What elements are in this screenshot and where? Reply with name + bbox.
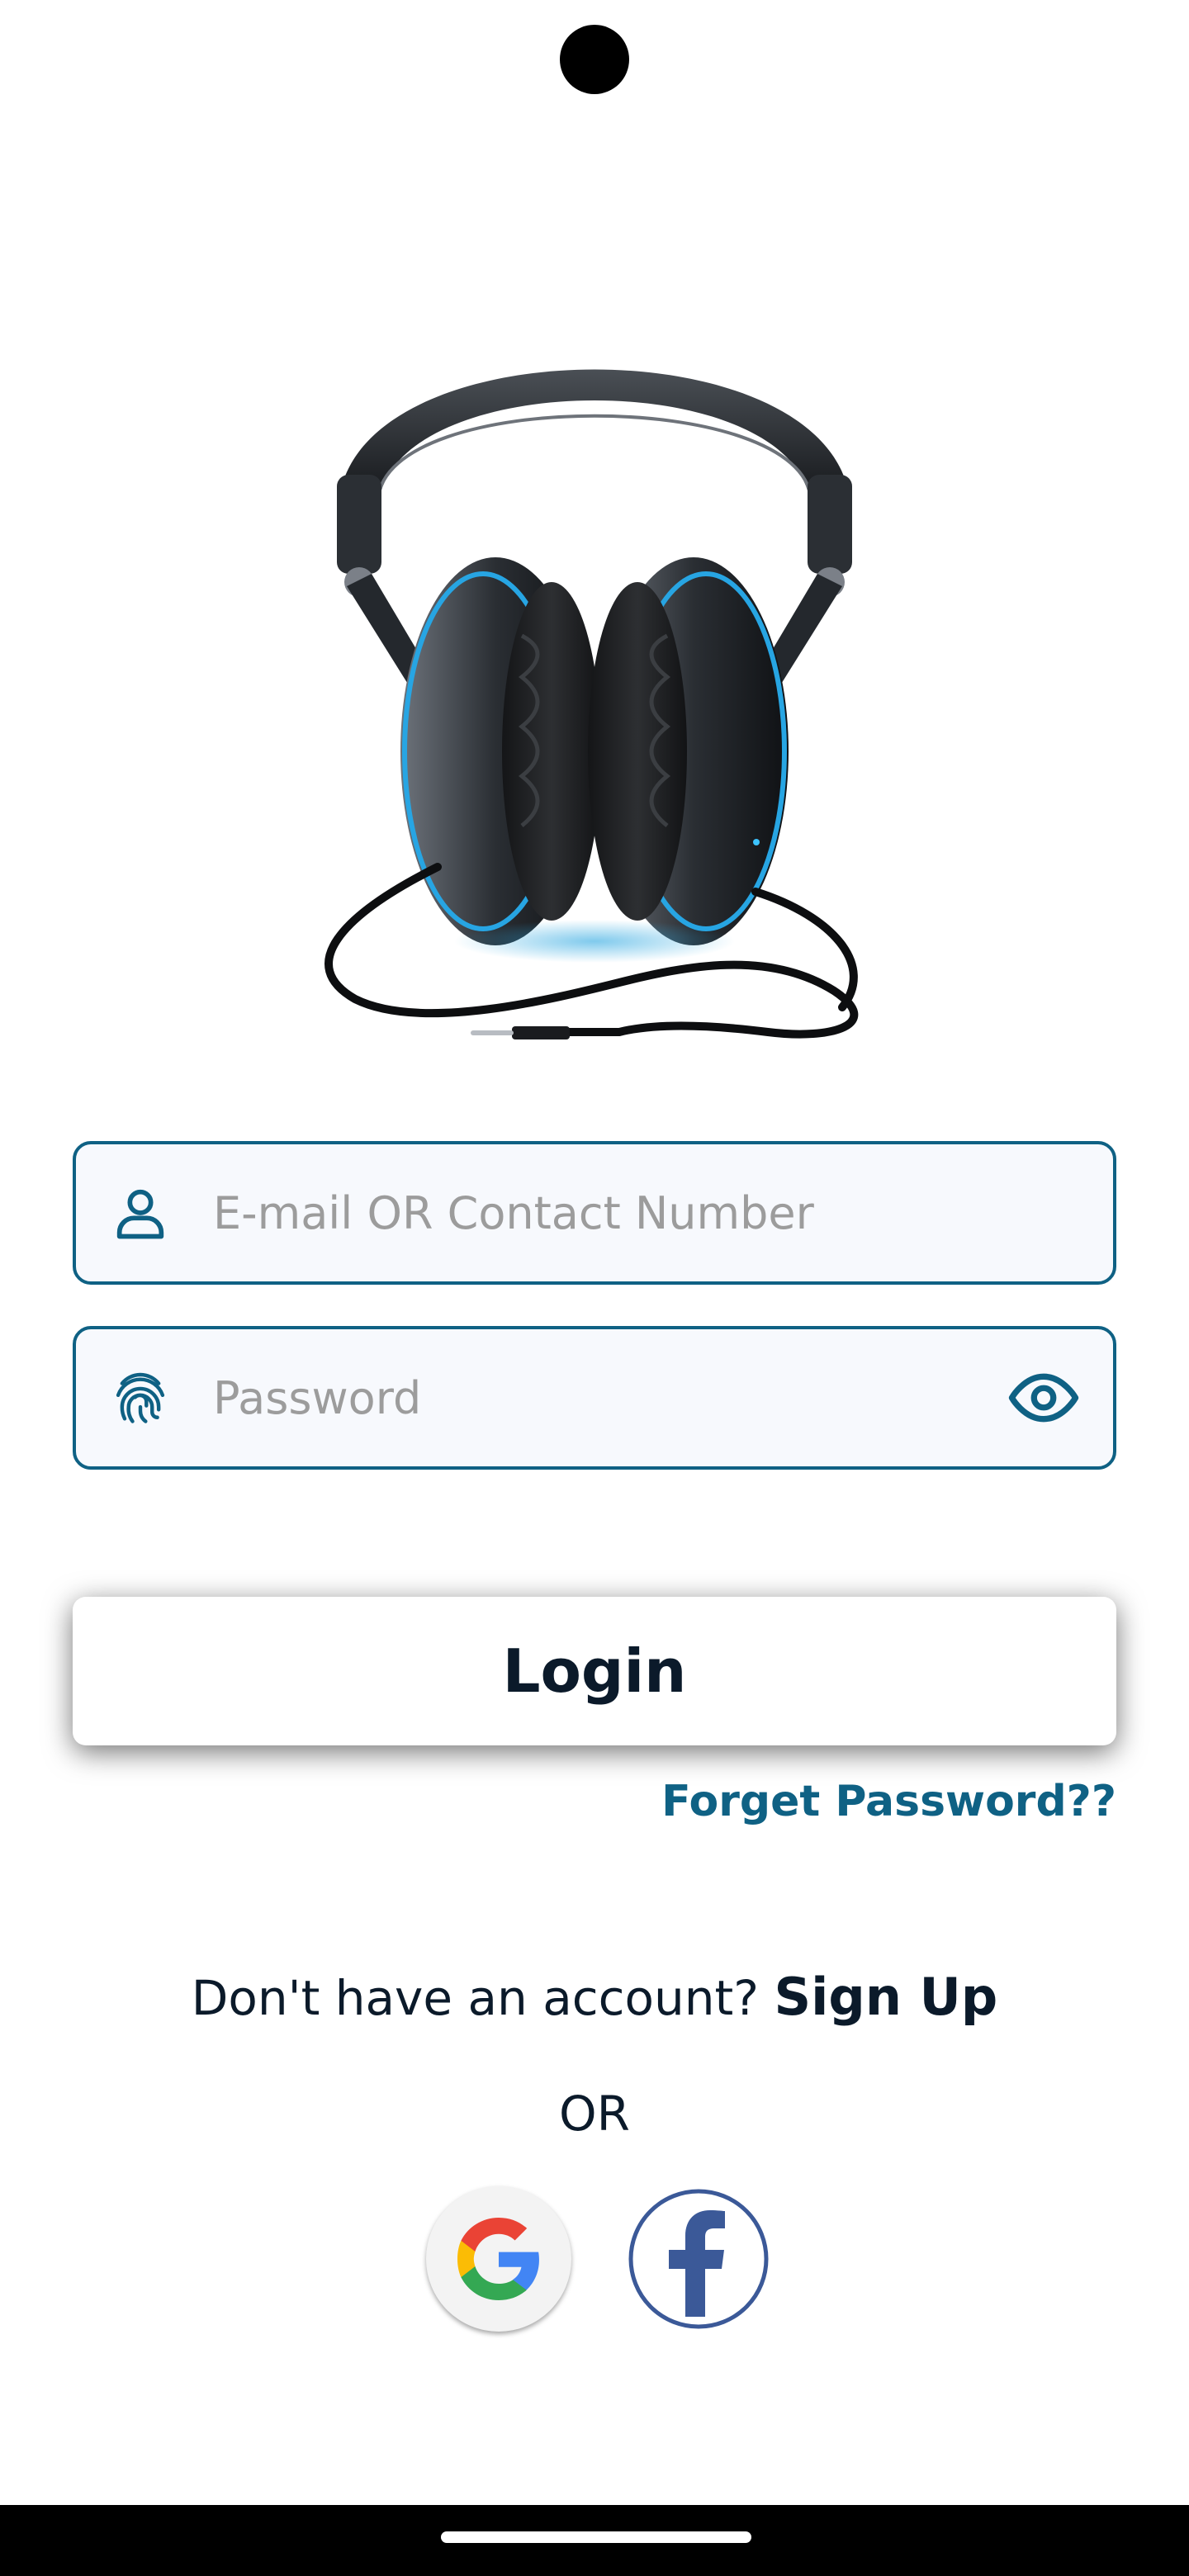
signup-prompt: Don't have an account? <box>191 1970 775 2026</box>
facebook-login-button[interactable] <box>626 2186 771 2332</box>
signup-link[interactable]: Sign Up <box>775 1967 998 2027</box>
password-input[interactable] <box>213 1329 997 1466</box>
email-field[interactable] <box>73 1141 1116 1285</box>
google-icon <box>457 2218 539 2300</box>
login-screen: Login Forget Password?? Don't have an ac… <box>0 0 1189 2576</box>
password-field[interactable] <box>73 1326 1116 1470</box>
fingerprint-icon <box>116 1372 165 1423</box>
login-button[interactable]: Login <box>73 1597 1116 1745</box>
email-input[interactable] <box>213 1144 997 1281</box>
eye-icon[interactable] <box>1007 1361 1080 1434</box>
home-indicator[interactable] <box>441 2531 751 2543</box>
user-icon <box>116 1189 164 1239</box>
system-navigation-bar <box>0 2505 1189 2576</box>
facebook-icon <box>628 2189 769 2329</box>
forgot-password-link[interactable]: Forget Password?? <box>661 1777 1116 1826</box>
signup-row: Don't have an account? Sign Up <box>0 1967 1189 2027</box>
google-login-button[interactable] <box>426 2186 571 2332</box>
headphones-illustration <box>324 369 859 1039</box>
camera-cutout <box>560 25 629 94</box>
or-divider: OR <box>559 2086 630 2142</box>
